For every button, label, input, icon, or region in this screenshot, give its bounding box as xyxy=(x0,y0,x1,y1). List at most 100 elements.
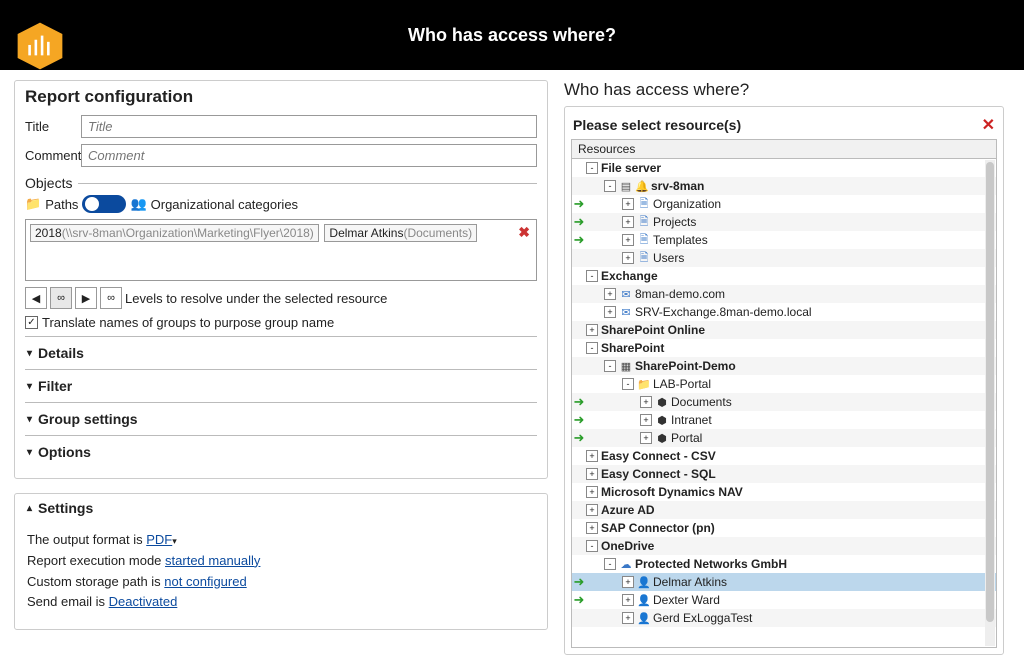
tree-node[interactable]: ➜+👤Dexter Ward xyxy=(572,591,996,609)
tree-node[interactable]: ➜+Microsoft Dynamics NAV xyxy=(572,483,996,501)
expand-toggle[interactable]: + xyxy=(622,198,634,210)
add-arrow-icon: ➜ xyxy=(572,448,586,464)
close-icon[interactable]: ✕ xyxy=(982,115,995,135)
expand-toggle[interactable]: - xyxy=(586,342,598,354)
expand-toggle[interactable]: + xyxy=(640,396,652,408)
expand-toggle[interactable]: + xyxy=(622,576,634,588)
add-arrow-icon[interactable]: ➜ xyxy=(572,412,586,428)
tree-node[interactable]: ➜-SharePoint xyxy=(572,339,996,357)
tree-node[interactable]: ➜+🗎Projects xyxy=(572,213,996,231)
expand-toggle[interactable]: + xyxy=(604,306,616,318)
expand-toggle[interactable]: + xyxy=(586,468,598,480)
add-arrow-icon[interactable]: ➜ xyxy=(572,430,586,446)
translate-label: Translate names of groups to purpose gro… xyxy=(42,315,334,330)
comment-input[interactable] xyxy=(81,144,537,167)
tree-node[interactable]: ➜+Easy Connect - SQL xyxy=(572,465,996,483)
level-current-button[interactable]: ∞ xyxy=(50,287,72,309)
tree-node-label: SharePoint Online xyxy=(601,323,992,337)
tree-node[interactable]: ➜-▤🔔srv-8man xyxy=(572,177,996,195)
tree-scrollbar[interactable] xyxy=(985,160,995,646)
add-arrow-icon[interactable]: ➜ xyxy=(572,574,586,590)
tree-node[interactable]: ➜+⬢Portal xyxy=(572,429,996,447)
tree-node-label: SharePoint xyxy=(601,341,992,355)
details-accordion[interactable]: ▾Details xyxy=(25,336,537,369)
expand-toggle[interactable]: + xyxy=(622,594,634,606)
translate-checkbox[interactable]: ✓ xyxy=(25,316,38,329)
expand-toggle[interactable]: - xyxy=(604,360,616,372)
object-chip[interactable]: Delmar Atkins (Documents) xyxy=(324,224,477,242)
options-accordion[interactable]: ▾Options xyxy=(25,435,537,468)
add-arrow-icon[interactable]: ➜ xyxy=(572,214,586,230)
tree-node[interactable]: ➜-OneDrive xyxy=(572,537,996,555)
tree-node[interactable]: ➜-File server xyxy=(572,159,996,177)
filter-accordion[interactable]: ▾Filter xyxy=(25,369,537,402)
expand-toggle[interactable]: + xyxy=(640,432,652,444)
expand-toggle[interactable]: - xyxy=(604,558,616,570)
tree-node[interactable]: ➜+🗎Templates xyxy=(572,231,996,249)
level-infinity-button[interactable]: ∞ xyxy=(100,287,122,309)
group-settings-accordion[interactable]: ▾Group settings xyxy=(25,402,537,435)
expand-toggle[interactable]: + xyxy=(586,324,598,336)
expand-toggle[interactable]: - xyxy=(586,162,598,174)
storage-path-link[interactable]: not configured xyxy=(164,574,246,589)
exec-mode-link[interactable]: started manually xyxy=(165,553,260,568)
title-input[interactable] xyxy=(81,115,537,138)
expand-toggle[interactable]: - xyxy=(604,180,616,192)
tree-node[interactable]: ➜-📁LAB-Portal xyxy=(572,375,996,393)
expand-toggle[interactable]: + xyxy=(622,216,634,228)
tree-node[interactable]: ➜+SAP Connector (pn) xyxy=(572,519,996,537)
object-chip[interactable]: 2018 (\\srv-8man\Organization\Marketing\… xyxy=(30,224,319,242)
objects-box[interactable]: 2018 (\\srv-8man\Organization\Marketing\… xyxy=(25,219,537,281)
add-arrow-icon: ➜ xyxy=(572,520,586,536)
tree-node[interactable]: ➜+🗎Users xyxy=(572,249,996,267)
tree-node[interactable]: ➜-▦SharePoint-Demo xyxy=(572,357,996,375)
expand-toggle[interactable]: + xyxy=(586,450,598,462)
expand-toggle[interactable]: - xyxy=(586,540,598,552)
exec-mode-label: Report execution mode xyxy=(27,553,165,568)
expand-toggle[interactable]: - xyxy=(586,270,598,282)
output-format-link[interactable]: PDF xyxy=(146,532,172,547)
picker-prompt: Please select resource(s) xyxy=(573,117,741,133)
tree-node[interactable]: ➜+Easy Connect - CSV xyxy=(572,447,996,465)
send-email-link[interactable]: Deactivated xyxy=(109,594,178,609)
exchange-icon: ✉ xyxy=(619,288,633,301)
tree-node[interactable]: ➜+SharePoint Online xyxy=(572,321,996,339)
chevron-down-icon: ▾ xyxy=(172,536,177,546)
resource-tree[interactable]: ➜-File server➜-▤🔔srv-8man➜+🗎Organization… xyxy=(571,158,997,648)
tree-node-label: Azure AD xyxy=(601,503,992,517)
chevron-down-icon: ▾ xyxy=(27,381,32,392)
clear-objects-icon[interactable]: ✖ xyxy=(518,224,530,241)
level-next-button[interactable]: ▶ xyxy=(75,287,97,309)
tree-node[interactable]: ➜+Azure AD xyxy=(572,501,996,519)
tree-node[interactable]: ➜+👤Gerd ExLoggaTest xyxy=(572,609,996,627)
expand-toggle[interactable]: + xyxy=(586,486,598,498)
tree-node[interactable]: ➜+✉SRV-Exchange.8man-demo.local xyxy=(572,303,996,321)
expand-toggle[interactable]: - xyxy=(622,378,634,390)
tree-node[interactable]: ➜+👤Delmar Atkins xyxy=(572,573,996,591)
expand-toggle[interactable]: + xyxy=(622,612,634,624)
tree-node-label: Delmar Atkins xyxy=(653,575,992,589)
tree-node[interactable]: ➜-Exchange xyxy=(572,267,996,285)
expand-toggle[interactable]: + xyxy=(622,234,634,246)
expand-toggle[interactable]: + xyxy=(640,414,652,426)
tree-node-label: Portal xyxy=(671,431,992,445)
level-prev-button[interactable]: ◀ xyxy=(25,287,47,309)
chevron-down-icon: ▾ xyxy=(27,447,32,458)
settings-accordion[interactable]: ▴ Settings xyxy=(25,500,537,524)
add-arrow-icon[interactable]: ➜ xyxy=(572,592,586,608)
add-arrow-icon[interactable]: ➜ xyxy=(572,232,586,248)
expand-toggle[interactable]: + xyxy=(622,252,634,264)
tree-node[interactable]: ➜+⬢Documents xyxy=(572,393,996,411)
paths-toggle[interactable] xyxy=(82,195,126,213)
expand-toggle[interactable]: + xyxy=(586,504,598,516)
tree-node[interactable]: ➜-☁Protected Networks GmbH xyxy=(572,555,996,573)
tree-node[interactable]: ➜+🗎Organization xyxy=(572,195,996,213)
add-arrow-icon: ➜ xyxy=(572,358,586,374)
expand-toggle[interactable]: + xyxy=(586,522,598,534)
tree-node[interactable]: ➜+⬢Intranet xyxy=(572,411,996,429)
send-email-label: Send email is xyxy=(27,594,109,609)
add-arrow-icon[interactable]: ➜ xyxy=(572,196,586,212)
expand-toggle[interactable]: + xyxy=(604,288,616,300)
tree-node[interactable]: ➜+✉8man-demo.com xyxy=(572,285,996,303)
add-arrow-icon[interactable]: ➜ xyxy=(572,394,586,410)
